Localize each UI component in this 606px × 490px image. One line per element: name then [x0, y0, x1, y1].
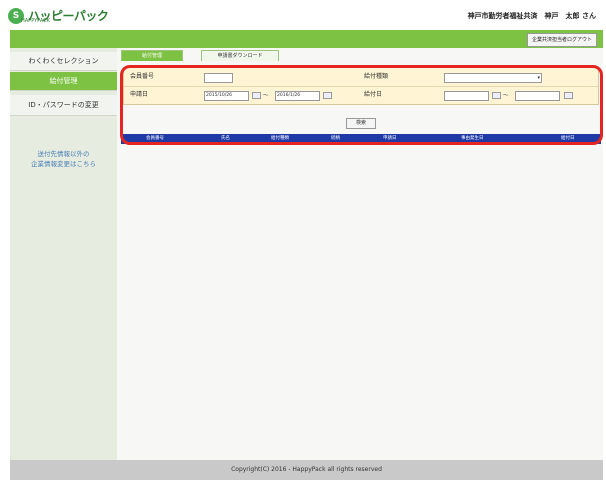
sidebar-item-waku-selection[interactable]: わくわくセレクション — [10, 52, 117, 71]
sidebar-item-id-password-change[interactable]: ID・パスワードの変更 — [10, 95, 117, 116]
header-bar: 企業共済担当者ログアウト — [10, 30, 603, 48]
company-info-change-link[interactable]: 送付先情報以外の 企業情報変更はこちら — [10, 149, 117, 169]
top-header: S ハッピーパック HAPPYPACK 神戸市勤労者福祉共済 神戸 太郎 さん — [0, 0, 606, 30]
sidebar-item-benefit-management[interactable]: 給付管理 — [10, 72, 117, 91]
tab-form-download[interactable]: 申請書ダウンロード — [201, 50, 279, 61]
note-line-1: 送付先情報以外の — [37, 150, 90, 158]
organization-user: 神戸市勤労者福祉共済 神戸 太郎 さん — [467, 12, 596, 20]
logo-subtext: HAPPYPACK — [21, 18, 50, 24]
tab-benefit-management[interactable]: 給付管理 — [121, 50, 183, 61]
footer: Copyright(C) 2016 - HappyPack all rights… — [10, 460, 603, 480]
highlight-annotation — [120, 65, 603, 145]
sidebar: わくわくセレクション 給付管理 ID・パスワードの変更 送付先情報以外の 企業情… — [10, 48, 117, 460]
logout-button[interactable]: 企業共済担当者ログアウト — [526, 33, 597, 47]
note-line-2: 企業情報変更はこちら — [31, 160, 96, 168]
